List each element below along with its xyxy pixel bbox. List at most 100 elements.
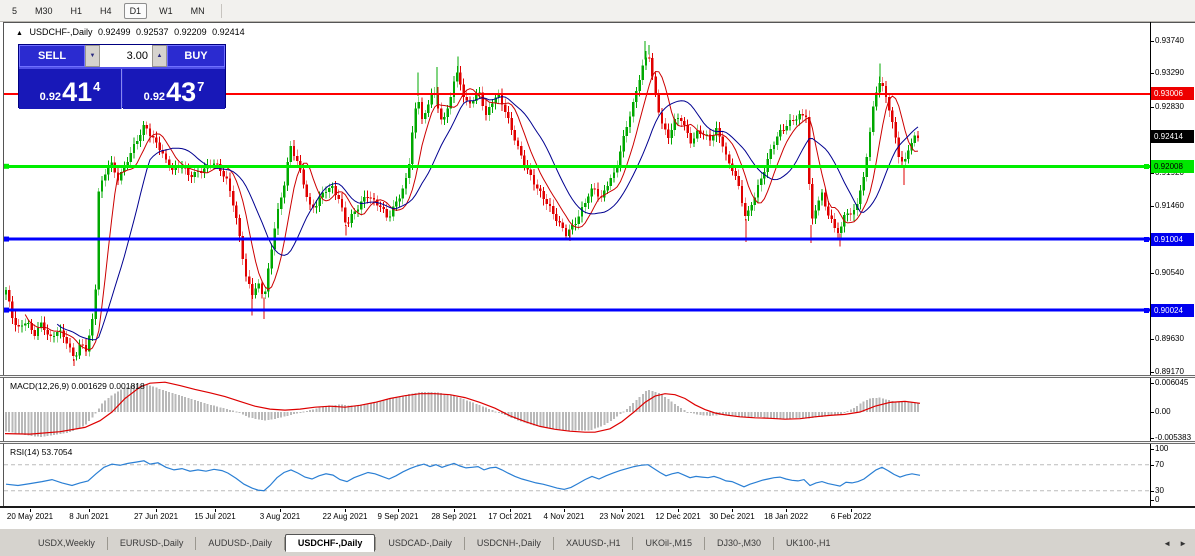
bid-price-big: 41 bbox=[62, 79, 92, 106]
price-badge-0.91004[interactable]: 0.91004 bbox=[1151, 233, 1194, 246]
ma-slow-line bbox=[57, 97, 918, 340]
volume-input[interactable]: 3.00 bbox=[100, 45, 152, 67]
pivot-line-handle bbox=[4, 164, 9, 169]
price-tick-mark bbox=[1150, 339, 1154, 340]
tab-xauusd-h1[interactable]: XAUUSD-,H1 bbox=[554, 535, 633, 551]
timeframe-toolbar: 5 M30 H1 H4 D1 W1 MN bbox=[0, 0, 1195, 22]
price-tick-label: 0.89170 bbox=[1155, 367, 1184, 377]
sell-button[interactable]: SELL bbox=[19, 45, 85, 67]
macd-panel-canvas[interactable] bbox=[4, 378, 1150, 441]
timeframe-button-w1[interactable]: W1 bbox=[153, 3, 179, 19]
bid-price-small: 0.92 bbox=[40, 91, 61, 103]
volume-decrease-button[interactable]: ▼ bbox=[85, 45, 100, 67]
trading-terminal: 5 M30 H1 H4 D1 W1 MN ▲ USDCHF-,Daily 0.92499 0… bbox=[0, 0, 1195, 556]
date-label: 20 May 2021 bbox=[7, 512, 53, 521]
date-label: 6 Feb 2022 bbox=[831, 512, 871, 521]
support-line-1-axis-handle bbox=[1144, 237, 1149, 242]
date-label: 22 Aug 2021 bbox=[323, 512, 368, 521]
price-badge-0.90024[interactable]: 0.90024 bbox=[1151, 304, 1194, 317]
price-tick-label: 0.93290 bbox=[1155, 68, 1184, 78]
tab-usdx-weekly[interactable]: USDX,Weekly bbox=[26, 535, 107, 551]
tab-usdcad-daily[interactable]: USDCAD-,Daily bbox=[376, 535, 464, 551]
rsi-tick-mark bbox=[1150, 449, 1154, 450]
tab-dj30-m30[interactable]: DJ30-,M30 bbox=[705, 535, 773, 551]
tab-ukoil-m15[interactable]: UKOil-,M15 bbox=[633, 535, 704, 551]
price-badge-0.93006[interactable]: 0.93006 bbox=[1151, 87, 1194, 100]
ohlc-high: 0.92537 bbox=[136, 27, 169, 37]
date-label: 3 Aug 2021 bbox=[260, 512, 300, 521]
ask-price-small: 0.92 bbox=[144, 91, 165, 103]
support-line-2-axis-handle bbox=[1144, 308, 1149, 313]
rsi-tick-mark bbox=[1150, 491, 1154, 492]
rsi-tick-label: 100 bbox=[1155, 444, 1168, 454]
support-line-2-handle bbox=[4, 308, 9, 313]
timeframe-button-m30[interactable]: M30 bbox=[29, 3, 59, 19]
macd-tick-mark bbox=[1150, 412, 1154, 413]
price-tick-mark bbox=[1150, 41, 1154, 42]
symbol-tab-bar: USDX,WeeklyEURUSD-,DailyAUDUSD-,DailyUSD… bbox=[0, 528, 1195, 556]
price-tick-mark bbox=[1150, 173, 1154, 174]
date-label: 4 Nov 2021 bbox=[544, 512, 585, 521]
price-tick-label: 0.90540 bbox=[1155, 268, 1184, 278]
buy-button[interactable]: BUY bbox=[167, 45, 225, 67]
ask-price-big: 43 bbox=[166, 79, 196, 106]
date-label: 23 Nov 2021 bbox=[599, 512, 644, 521]
price-tick-mark bbox=[1150, 107, 1154, 108]
macd-tick-label: -0.005383 bbox=[1155, 433, 1191, 443]
ask-price[interactable]: 0.92 43 7 bbox=[123, 69, 225, 109]
ohlc-low: 0.92209 bbox=[174, 27, 207, 37]
price-tick-mark bbox=[1150, 206, 1154, 207]
timeframe-button-5[interactable]: 5 bbox=[6, 3, 23, 19]
collapse-arrow-icon[interactable]: ▲ bbox=[16, 30, 23, 37]
ask-price-sup: 7 bbox=[197, 79, 204, 94]
tab-audusd-daily[interactable]: AUDUSD-,Daily bbox=[196, 535, 284, 551]
toolbar-separator bbox=[221, 4, 222, 18]
date-label: 8 Jun 2021 bbox=[69, 512, 109, 521]
price-tick-label: 0.92830 bbox=[1155, 102, 1184, 112]
date-label: 27 Jun 2021 bbox=[134, 512, 178, 521]
macd-tick-mark bbox=[1150, 438, 1154, 439]
tab-usdchf-daily[interactable]: USDCHF-,Daily bbox=[285, 534, 376, 552]
rsi-panel-canvas[interactable] bbox=[4, 444, 1150, 506]
one-click-trading-panel: SELL ▼ 3.00 ▲ BUY 0.92 41 4 0.92 43 7 bbox=[18, 44, 226, 108]
bid-price-sup: 4 bbox=[93, 79, 100, 94]
timeframe-button-h1[interactable]: H1 bbox=[65, 3, 89, 19]
rsi-label: RSI(14) 53.7054 bbox=[10, 447, 72, 457]
tabs-scroll-right-icon[interactable]: ► bbox=[1179, 539, 1187, 548]
date-label: 28 Sep 2021 bbox=[431, 512, 476, 521]
rsi-line bbox=[6, 461, 920, 491]
bid-price[interactable]: 0.92 41 4 bbox=[19, 69, 122, 109]
chart-title: ▲ USDCHF-,Daily 0.92499 0.92537 0.92209 … bbox=[16, 27, 248, 37]
ohlc-close: 0.92414 bbox=[212, 27, 245, 37]
price-tick-mark bbox=[1150, 372, 1154, 373]
price-tick-label: 0.91460 bbox=[1155, 201, 1184, 211]
tab-eurusd-daily[interactable]: EURUSD-,Daily bbox=[108, 535, 196, 551]
ma-fast-line bbox=[25, 72, 918, 351]
date-label: 30 Dec 2021 bbox=[709, 512, 754, 521]
tab-uk100-h1[interactable]: UK100-,H1 bbox=[774, 535, 843, 551]
timeframe-button-mn[interactable]: MN bbox=[185, 3, 211, 19]
symbol-label: USDCHF-,Daily bbox=[29, 27, 92, 37]
macd-label: MACD(12,26,9) 0.001629 0.001818 bbox=[10, 381, 145, 391]
volume-increase-button[interactable]: ▲ bbox=[152, 45, 167, 67]
price-tick-mark bbox=[1150, 273, 1154, 274]
date-label: 17 Oct 2021 bbox=[488, 512, 532, 521]
date-label: 15 Jul 2021 bbox=[194, 512, 235, 521]
date-label: 18 Jan 2022 bbox=[764, 512, 808, 521]
date-axis-line bbox=[0, 506, 1195, 509]
macd-tick-label: 0.006045 bbox=[1155, 378, 1188, 388]
price-tick-mark bbox=[1150, 73, 1154, 74]
price-tick-label: 0.93740 bbox=[1155, 36, 1184, 46]
tabs-scroll-left-icon[interactable]: ◄ bbox=[1163, 539, 1171, 548]
tab-usdcnh-daily[interactable]: USDCNH-,Daily bbox=[465, 535, 553, 551]
price-badge-0.92008[interactable]: 0.92008 bbox=[1151, 160, 1194, 173]
macd-tick-mark bbox=[1150, 383, 1154, 384]
timeframe-button-d1[interactable]: D1 bbox=[124, 3, 148, 19]
macd-tick-label: 0.00 bbox=[1155, 407, 1171, 417]
rsi-tick-label: 0 bbox=[1155, 495, 1159, 505]
price-badge-0.92414[interactable]: 0.92414 bbox=[1151, 130, 1194, 143]
support-line-1-handle bbox=[4, 237, 9, 242]
pivot-line-axis-handle bbox=[1144, 164, 1149, 169]
timeframe-button-h4[interactable]: H4 bbox=[94, 3, 118, 19]
date-label: 9 Sep 2021 bbox=[378, 512, 419, 521]
